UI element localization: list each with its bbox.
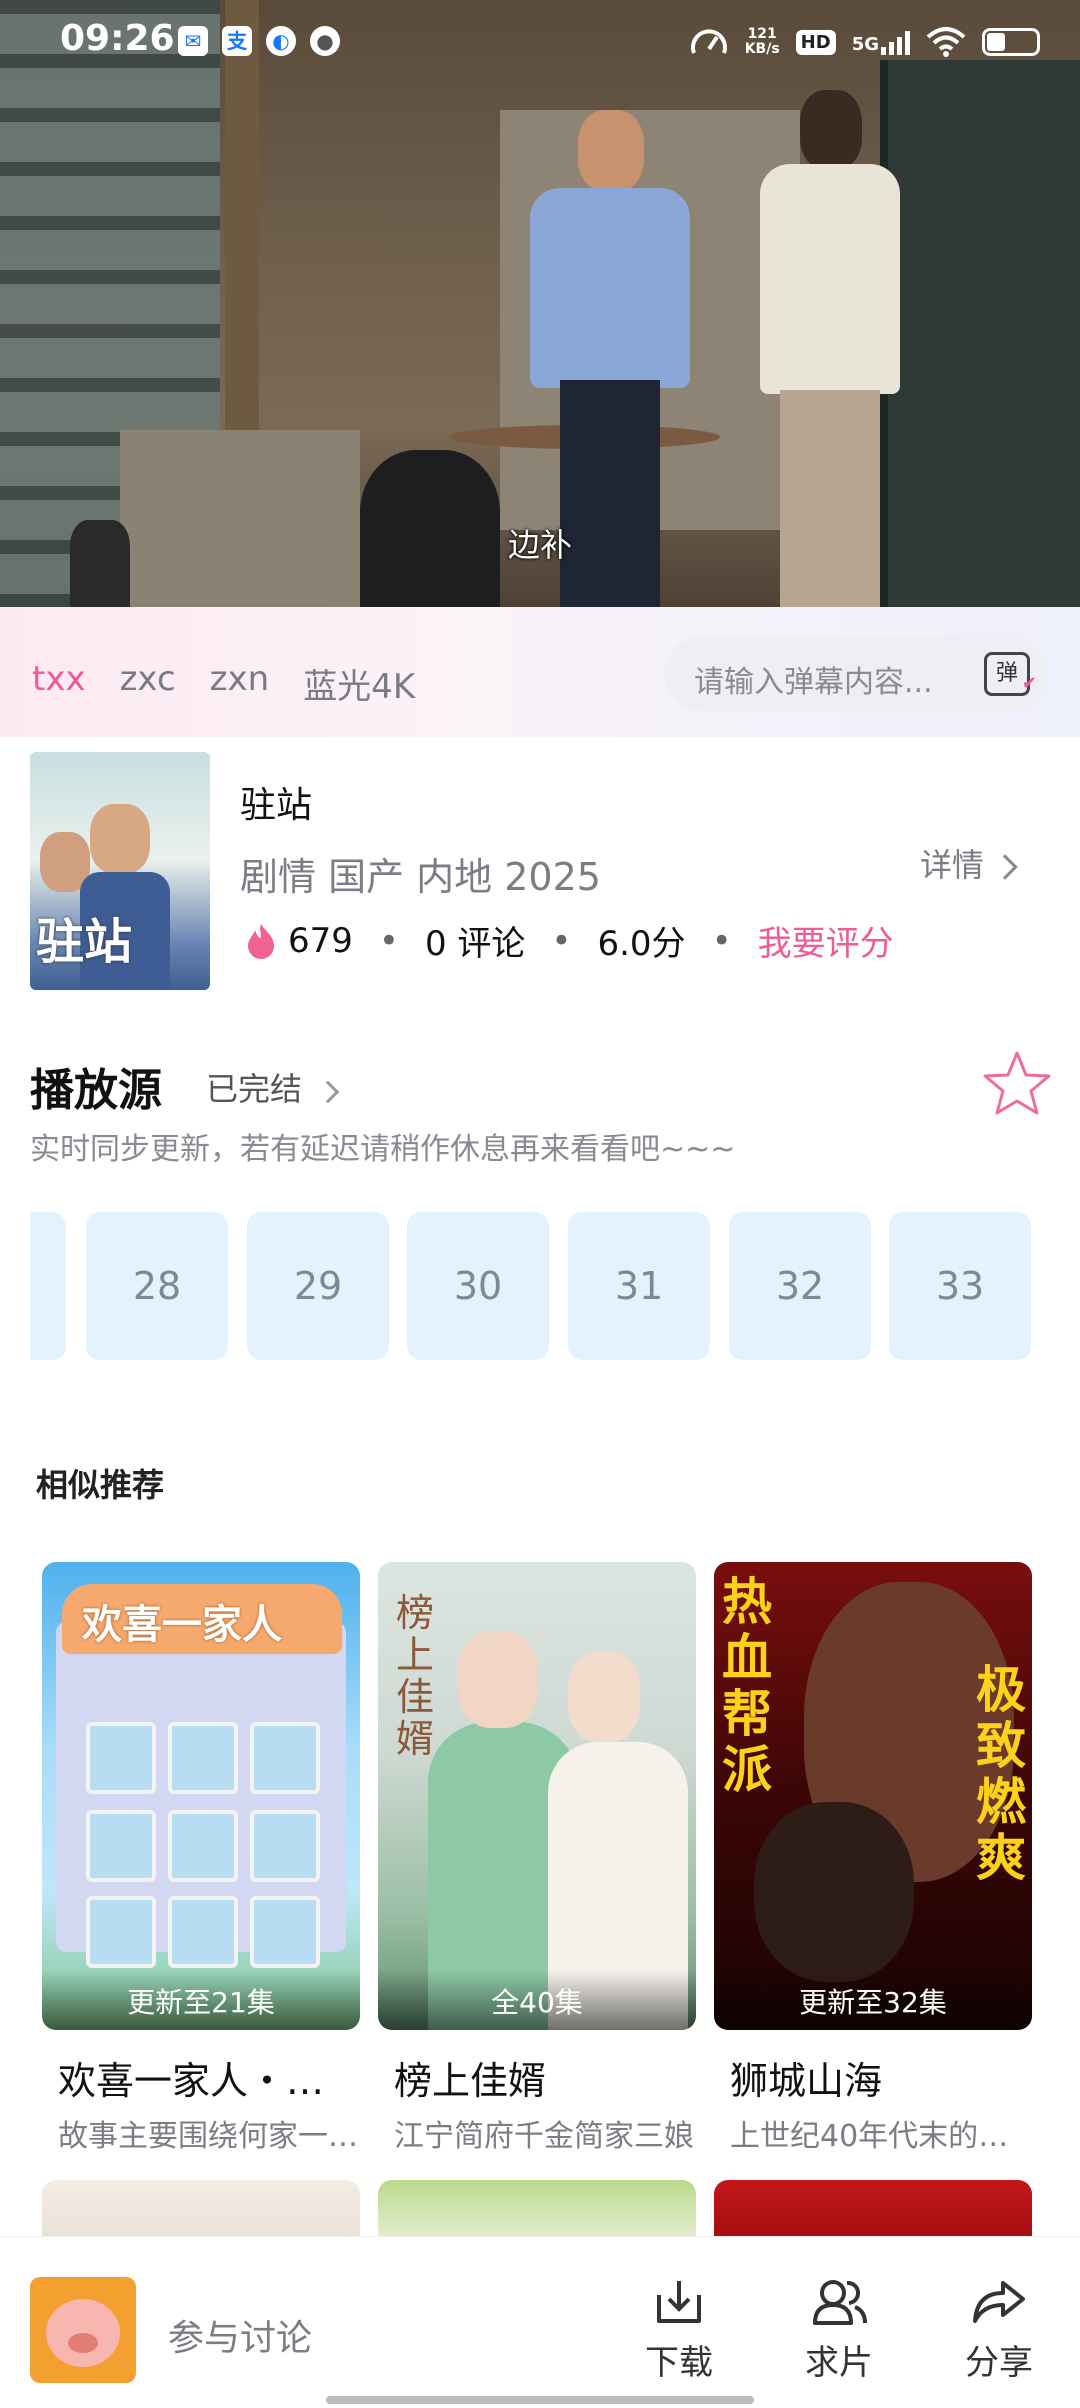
recommend-name: 狮城山海	[730, 2059, 883, 2103]
app-icon: ◐	[266, 26, 296, 56]
signal-bars-icon	[881, 29, 910, 55]
download-label: 下载	[645, 2343, 713, 2383]
status-right: 121 KB/s HD 5G	[689, 22, 1040, 62]
chat-icon: ●	[310, 26, 340, 56]
net-speed: 121 KB/s	[744, 26, 780, 57]
hd-badge: HD	[795, 29, 836, 55]
show-poster[interactable]: 驻站	[30, 752, 210, 990]
recommend-card-next[interactable]	[42, 2180, 360, 2240]
recommend-desc: 上世纪40年代末的故事	[730, 2119, 1032, 2154]
signal-5g: 5G	[852, 29, 910, 55]
video-player[interactable]: 边补 09:26 ✉ 支 ◐ ● 121 KB/s HD 5G	[0, 0, 1080, 607]
alipay-icon: 支	[222, 26, 252, 56]
score: 6.0分	[597, 924, 686, 964]
favorite-star-icon[interactable]	[982, 1050, 1052, 1116]
share-label: 分享	[965, 2343, 1033, 2383]
source-title: 播放源	[30, 1065, 162, 1116]
poster-title-art: 欢喜一家人	[82, 1602, 282, 1648]
recommend-card-next[interactable]	[378, 2180, 696, 2240]
poster-title-art: 热血帮派	[722, 1573, 772, 1799]
speed-gauge-icon	[690, 29, 727, 54]
source-status[interactable]: 已完结	[206, 1064, 340, 1110]
show-stats: 679 • 0 评论 • 6.0分 • 我要评分	[244, 916, 894, 965]
line-selector-bar: txx zxc zxn 蓝光4K 请输入弹幕内容... 弹	[0, 607, 1080, 737]
poster-title-art: 极致燃爽	[976, 1661, 1026, 1887]
line-tab-zxn[interactable]: zxn	[210, 659, 270, 708]
recommend-card-next[interactable]	[714, 2180, 1032, 2240]
download-icon	[657, 2281, 701, 2323]
recommend-desc: 故事主要围绕何家一家人展开	[58, 2119, 360, 2154]
show-meta: 剧情 国产 内地 2025	[240, 855, 601, 899]
status-bar: 09:26 ✉ 支 ◐ ● 121 KB/s HD 5G	[0, 0, 1080, 80]
download-button[interactable]: 下载	[624, 2277, 734, 2384]
recommend-name: 榜上佳婿	[394, 2059, 547, 2103]
danmu-placeholder: 请输入弹幕内容...	[694, 665, 933, 700]
line-tabs: txx zxc zxn 蓝光4K	[32, 659, 415, 708]
mail-icon: ✉	[178, 26, 208, 56]
recommend-poster: 榜上佳婿 全40集	[378, 1562, 696, 2030]
rate-button[interactable]: 我要评分	[758, 916, 894, 965]
recommend-card[interactable]: 热血帮派 极致燃爽 更新至32集 狮城山海 上世纪40年代末的故事	[714, 1562, 1032, 2155]
episode-button[interactable]: 33	[889, 1212, 1031, 1360]
recommend-desc: 江宁简府千金简家三娘	[394, 2119, 694, 2154]
line-tab-bluray-4k[interactable]: 蓝光4K	[303, 659, 415, 708]
poster-title-art: 驻站	[36, 914, 133, 970]
battery-icon	[982, 28, 1040, 56]
danmu-toggle-icon[interactable]: 弹	[984, 652, 1037, 703]
episode-badge: 更新至32集	[714, 1970, 1032, 2030]
line-tab-txx[interactable]: txx	[32, 659, 86, 708]
users-icon	[813, 2280, 867, 2325]
chevron-right-icon	[316, 1080, 340, 1104]
show-title: 驻站	[240, 785, 313, 826]
recommend-poster: 热血帮派 极致燃爽 更新至32集	[714, 1562, 1032, 2030]
request-label: 求片	[805, 2343, 873, 2383]
line-tab-zxc[interactable]: zxc	[120, 659, 176, 708]
recommend-poster: 欢喜一家人 更新至21集	[42, 1562, 360, 2030]
danmu-input[interactable]: 请输入弹幕内容... 弹	[664, 637, 1048, 711]
heat-count: 679	[288, 920, 353, 961]
discuss-input[interactable]: 参与讨论	[168, 2309, 312, 2361]
source-note: 实时同步更新，若有延迟请稍作休息再来看看吧~~~	[30, 1132, 736, 1167]
status-time: 09:26	[60, 18, 175, 59]
video-frame-sink	[120, 430, 360, 607]
wifi-icon	[926, 27, 966, 57]
episode-button-partial[interactable]	[30, 1212, 66, 1360]
source-status-label: 已完结	[206, 1070, 303, 1108]
comment-count[interactable]: 0 评论	[425, 916, 525, 965]
bottom-bar: 参与讨论 下载 求片 分享	[0, 2236, 1080, 2408]
recommend-card[interactable]: 欢喜一家人 更新至21集 欢喜一家人・人生小事 故事主要围绕何家一家人展开	[42, 1562, 360, 2155]
detail-link[interactable]: 详情	[920, 840, 1018, 886]
request-button[interactable]: 求片	[784, 2277, 894, 2384]
home-indicator[interactable]	[326, 2396, 754, 2404]
share-icon	[973, 2281, 1025, 2323]
fire-icon	[248, 923, 274, 959]
share-button[interactable]: 分享	[944, 2277, 1054, 2384]
episode-button[interactable]: 30	[407, 1212, 549, 1360]
episode-button[interactable]: 28	[86, 1212, 228, 1360]
episode-button[interactable]: 31	[568, 1212, 710, 1360]
detail-label: 详情	[920, 846, 985, 884]
video-subtitle: 边补	[507, 526, 572, 564]
chevron-right-icon	[992, 854, 1018, 880]
episode-badge: 更新至21集	[42, 1970, 360, 2030]
poster-title-art: 榜上佳婿	[396, 1591, 435, 1761]
avatar[interactable]	[30, 2277, 136, 2383]
episode-button[interactable]: 32	[729, 1212, 871, 1360]
recommend-title: 相似推荐	[36, 1466, 165, 1504]
episode-button[interactable]: 29	[247, 1212, 389, 1360]
recommend-name: 欢喜一家人・人生小事	[58, 2059, 360, 2103]
recommend-card[interactable]: 榜上佳婿 全40集 榜上佳婿 江宁简府千金简家三娘	[378, 1562, 696, 2155]
episode-badge: 全40集	[378, 1970, 696, 2030]
episode-list: 28 29 30 31 32 33	[30, 1212, 1050, 1360]
